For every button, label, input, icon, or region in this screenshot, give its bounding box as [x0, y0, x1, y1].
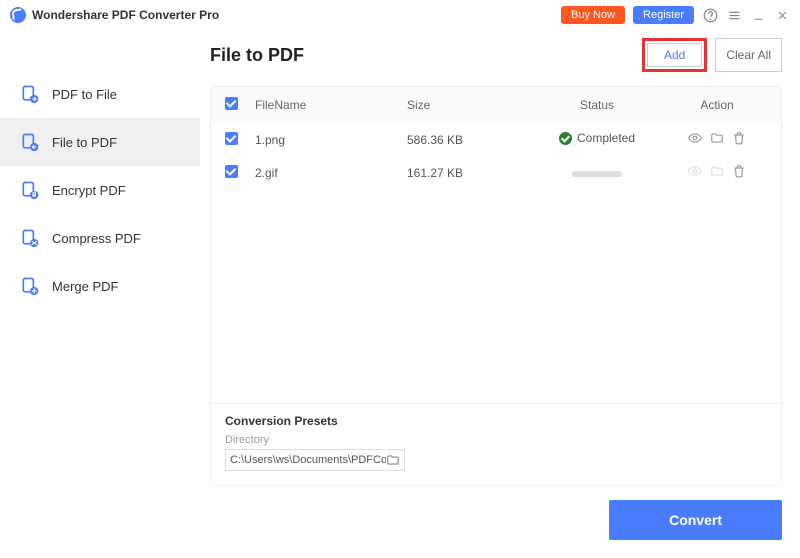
delete-icon[interactable] — [732, 164, 746, 178]
directory-label: Directory — [225, 434, 767, 446]
convert-row: Convert — [210, 500, 782, 540]
status-completed: Completed — [559, 131, 635, 145]
content-header: File to PDF Add Clear All — [210, 30, 782, 86]
column-status: Status — [527, 98, 667, 112]
cell-size: 586.36 KB — [407, 133, 527, 147]
table-header: FileName Size Status Action — [211, 87, 781, 123]
file-table: FileName Size Status Action 1.png 586.36… — [210, 86, 782, 486]
delete-icon[interactable] — [732, 131, 746, 145]
minimize-icon[interactable] — [750, 7, 766, 23]
presets-title: Conversion Presets — [225, 414, 767, 428]
main: PDF to File File to PDF Encrypt PDF Comp… — [0, 30, 800, 558]
open-folder-icon[interactable] — [710, 131, 724, 145]
titlebar: Wondershare PDF Converter Pro Buy Now Re… — [0, 0, 800, 30]
browse-folder-icon[interactable] — [386, 453, 400, 467]
add-button[interactable]: Add — [647, 43, 702, 67]
column-action: Action — [667, 98, 767, 112]
add-button-highlight: Add — [642, 38, 707, 72]
sidebar-item-merge-pdf[interactable]: Merge PDF — [0, 262, 200, 310]
column-filename: FileName — [255, 98, 407, 112]
cell-size: 161.27 KB — [407, 166, 527, 180]
clear-all-button[interactable]: Clear All — [715, 38, 782, 72]
content: File to PDF Add Clear All FileName Size … — [200, 30, 800, 558]
sidebar-item-label: Encrypt PDF — [52, 183, 126, 198]
encrypt-pdf-icon — [20, 180, 40, 200]
open-folder-icon — [710, 164, 724, 178]
sidebar-item-compress-pdf[interactable]: Compress PDF — [0, 214, 200, 262]
buy-now-button[interactable]: Buy Now — [561, 6, 625, 24]
status-label: Completed — [577, 131, 635, 145]
sidebar-item-label: Merge PDF — [52, 279, 118, 294]
help-icon[interactable] — [702, 7, 718, 23]
select-all-checkbox[interactable] — [225, 97, 238, 110]
preview-icon[interactable] — [688, 131, 702, 145]
pdf-to-file-icon — [20, 84, 40, 104]
menu-icon[interactable] — [726, 7, 742, 23]
file-to-pdf-icon — [20, 132, 40, 152]
sidebar-item-file-to-pdf[interactable]: File to PDF — [0, 118, 200, 166]
close-icon[interactable] — [774, 7, 790, 23]
cell-status — [527, 166, 667, 180]
check-circle-icon — [559, 132, 572, 145]
column-checkbox — [225, 97, 255, 113]
sidebar: PDF to File File to PDF Encrypt PDF Comp… — [0, 30, 200, 558]
merge-pdf-icon — [20, 276, 40, 296]
cell-filename: 2.gif — [255, 166, 407, 180]
cell-status: Completed — [527, 131, 667, 148]
sidebar-item-label: File to PDF — [52, 135, 117, 150]
sidebar-item-label: Compress PDF — [52, 231, 141, 246]
status-pending-bar — [572, 171, 622, 177]
sidebar-item-pdf-to-file[interactable]: PDF to File — [0, 70, 200, 118]
directory-input[interactable] — [230, 454, 386, 466]
sidebar-item-encrypt-pdf[interactable]: Encrypt PDF — [0, 166, 200, 214]
cell-action — [667, 164, 767, 181]
table-row: 2.gif 161.27 KB — [211, 156, 781, 189]
cell-action — [667, 131, 767, 148]
register-button[interactable]: Register — [633, 6, 694, 24]
row-checkbox[interactable] — [225, 132, 238, 145]
cell-filename: 1.png — [255, 133, 407, 147]
titlebar-right: Buy Now Register — [561, 6, 790, 24]
conversion-presets: Conversion Presets Directory — [211, 403, 781, 485]
app-title: Wondershare PDF Converter Pro — [32, 8, 219, 22]
table-spacer — [211, 189, 781, 403]
row-checkbox[interactable] — [225, 165, 238, 178]
page-title: File to PDF — [210, 45, 304, 66]
table-row: 1.png 586.36 KB Completed — [211, 123, 781, 156]
column-size: Size — [407, 98, 527, 112]
preview-icon — [688, 164, 702, 178]
compress-pdf-icon — [20, 228, 40, 248]
titlebar-left: Wondershare PDF Converter Pro — [10, 7, 561, 23]
convert-button[interactable]: Convert — [609, 500, 782, 540]
app-logo-icon — [10, 7, 26, 23]
directory-input-group — [225, 449, 405, 471]
header-actions: Add Clear All — [642, 38, 782, 72]
sidebar-item-label: PDF to File — [52, 87, 117, 102]
